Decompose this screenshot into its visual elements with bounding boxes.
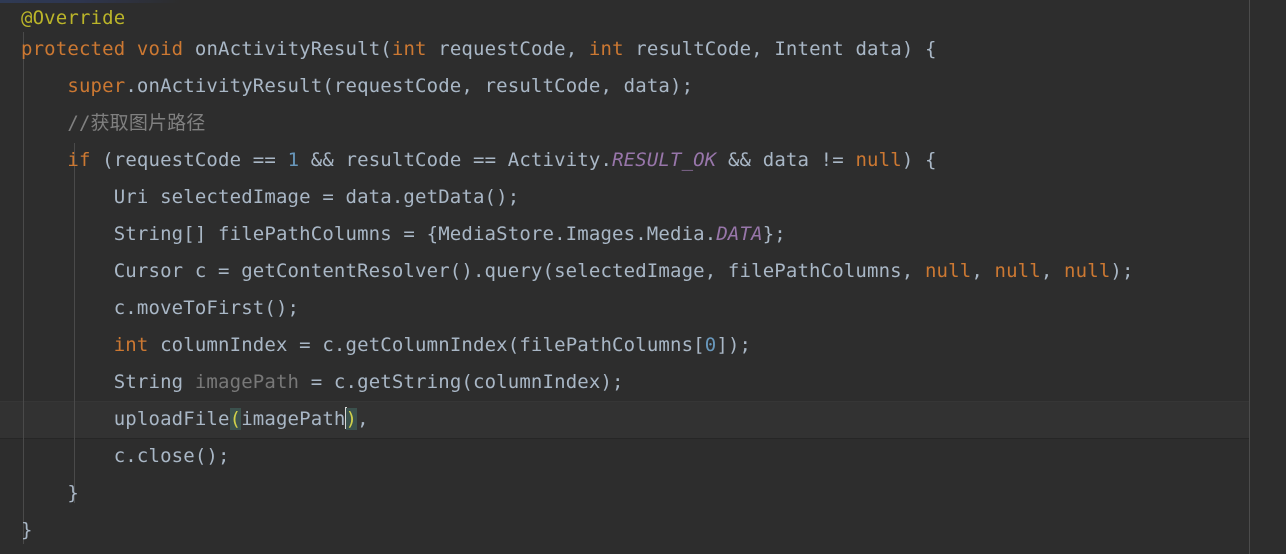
code-token: onActivityResult( bbox=[183, 38, 392, 60]
code-token: String[] filePathColumns = {MediaStore.I… bbox=[21, 223, 717, 245]
code-token: && resultCode == Activity. bbox=[299, 149, 613, 171]
code-token: && data != bbox=[716, 149, 856, 171]
code-token: imagePath bbox=[241, 408, 346, 430]
code-token: null bbox=[994, 260, 1041, 282]
code-token: , bbox=[1040, 260, 1065, 282]
code-token: Uri selectedImage = data.getData(); bbox=[21, 186, 520, 208]
code-line-2[interactable]: protected void onActivityResult(int requ… bbox=[21, 31, 937, 67]
right-margin-ruler bbox=[1249, 0, 1250, 554]
code-token: c.moveToFirst(); bbox=[21, 297, 300, 319]
code-token: null bbox=[924, 260, 972, 282]
code-line-12[interactable]: uploadFile(imagePath), bbox=[21, 401, 369, 437]
code-token: int bbox=[588, 38, 624, 60]
code-line-9[interactable]: c.moveToFirst(); bbox=[21, 290, 299, 326]
code-token: columnIndex = c.getColumnIndex(filePathC… bbox=[148, 334, 705, 356]
code-token: int bbox=[113, 334, 149, 356]
code-text-layer[interactable]: @Override protected void onActivityResult… bbox=[0, 0, 1286, 554]
code-token: (requestCode == bbox=[90, 149, 288, 171]
code-token: null bbox=[1064, 260, 1111, 282]
code-token: , bbox=[357, 408, 369, 430]
code-token: Cursor c = getContentResolver().query(se… bbox=[21, 260, 925, 282]
code-line-14[interactable]: } bbox=[21, 475, 79, 511]
code-token: uploadFile bbox=[21, 408, 230, 430]
code-token: resultCode, Intent data) { bbox=[623, 38, 937, 60]
code-token: ) { bbox=[901, 149, 937, 171]
code-token: } bbox=[21, 482, 79, 504]
code-token: ( bbox=[229, 408, 242, 430]
code-line-5[interactable]: if (requestCode == 1 && resultCode == Ac… bbox=[21, 142, 937, 178]
code-line-8[interactable]: Cursor c = getContentResolver().query(se… bbox=[21, 253, 1134, 289]
code-token: requestCode, bbox=[426, 38, 589, 60]
code-token: }; bbox=[762, 223, 786, 245]
code-token: ) bbox=[345, 408, 358, 430]
code-token: //获取图片路径 bbox=[67, 112, 206, 134]
code-line-7[interactable]: String[] filePathColumns = {MediaStore.I… bbox=[21, 216, 786, 252]
code-token: if bbox=[67, 149, 91, 171]
code-line-13[interactable]: c.close(); bbox=[21, 438, 230, 474]
code-token: imagePath bbox=[194, 371, 300, 393]
code-token: protected bbox=[21, 38, 126, 60]
code-token: @Override bbox=[21, 7, 126, 29]
code-token: super bbox=[67, 75, 126, 97]
code-token: 0 bbox=[704, 334, 717, 356]
code-token: .onActivityResult(requestCode, resultCod… bbox=[125, 75, 694, 97]
code-token: DATA bbox=[716, 223, 763, 245]
code-token: ]); bbox=[716, 334, 752, 356]
code-token: RESULT_OK bbox=[612, 149, 717, 171]
code-token: ); bbox=[1110, 260, 1134, 282]
code-line-15[interactable]: } bbox=[21, 512, 33, 548]
code-line-11[interactable]: String imagePath = c.getString(columnInd… bbox=[21, 364, 624, 400]
code-token: null bbox=[855, 149, 902, 171]
code-line-3[interactable]: super.onActivityResult(requestCode, resu… bbox=[21, 68, 693, 104]
code-token: } bbox=[21, 519, 33, 541]
code-editor-viewport[interactable]: @Override protected void onActivityResult… bbox=[0, 0, 1286, 554]
code-token: = c.getString(columnIndex); bbox=[299, 371, 624, 393]
code-token: c.close(); bbox=[21, 445, 230, 467]
code-line-10[interactable]: int columnIndex = c.getColumnIndex(fileP… bbox=[21, 327, 751, 363]
code-token: int bbox=[391, 38, 427, 60]
code-token: void bbox=[136, 38, 184, 60]
code-token: String bbox=[21, 371, 195, 393]
code-token: , bbox=[971, 260, 995, 282]
code-line-6[interactable]: Uri selectedImage = data.getData(); bbox=[21, 179, 519, 215]
code-token: 1 bbox=[287, 149, 300, 171]
code-line-4[interactable]: //获取图片路径 bbox=[21, 105, 205, 141]
